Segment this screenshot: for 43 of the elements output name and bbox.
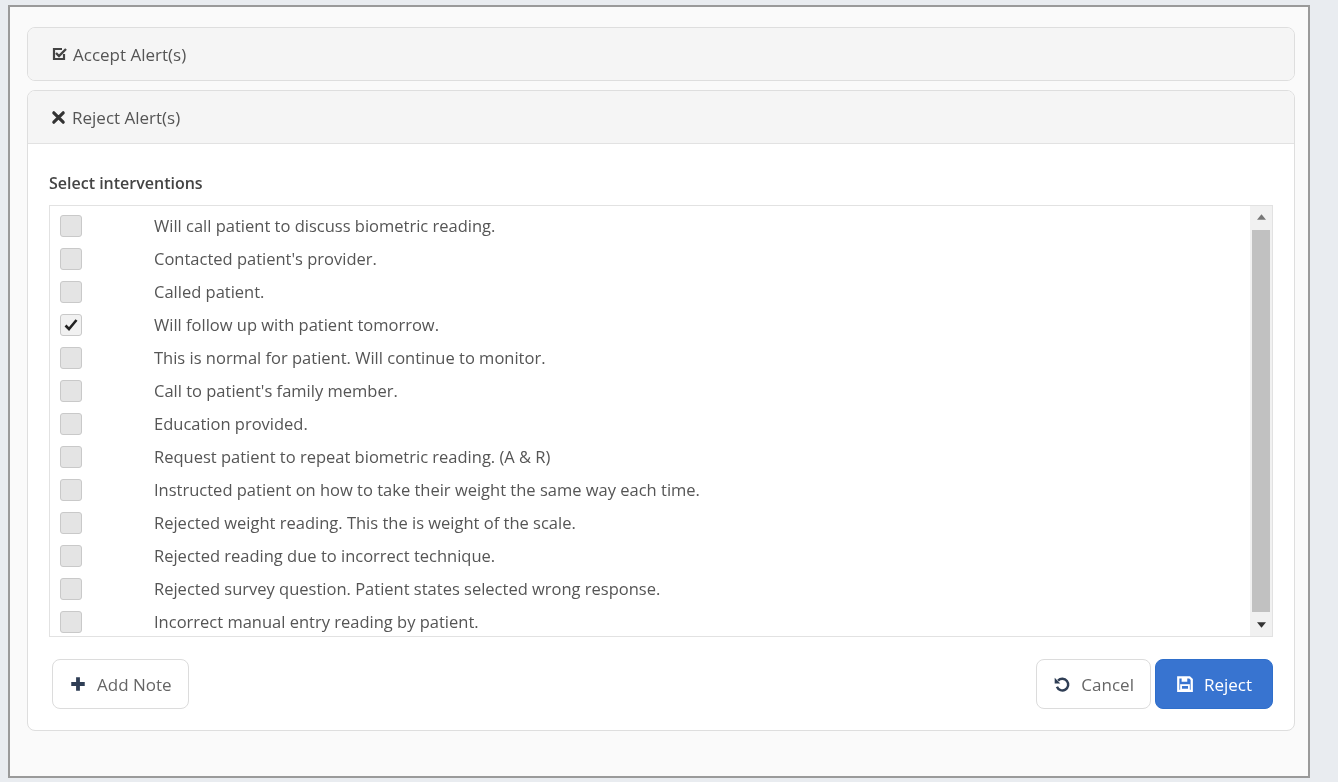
checkbox[interactable]: [60, 412, 82, 435]
intervention-label[interactable]: Contacted patient's provider.: [154, 247, 377, 270]
scroll-up-icon[interactable]: [1256, 214, 1266, 220]
intervention-label[interactable]: Rejected weight reading. This the is weight of the scale.: [154, 511, 576, 534]
intervention-label[interactable]: Rejected reading due to incorrect technique.: [154, 544, 496, 567]
checkbox[interactable]: [60, 214, 82, 237]
checkbox-check-icon: [51, 46, 67, 62]
checkbox[interactable]: [60, 280, 82, 303]
close-icon: [51, 109, 66, 125]
intervention-label[interactable]: This is normal for patient. Will continue to monitor.: [154, 346, 546, 369]
intervention-label[interactable]: Called patient.: [154, 280, 265, 303]
intervention-label[interactable]: Instructed patient on how to take their weight the same way each time.: [154, 478, 700, 501]
panel-title: Reject Alert(s): [72, 105, 181, 129]
intervention-label[interactable]: Incorrect manual entry reading by patient.: [154, 610, 479, 633]
panel-header[interactable]: Accept Alert(s): [28, 28, 1294, 80]
intervention-label[interactable]: Will follow up with patient tomorrow.: [154, 313, 439, 336]
checkbox[interactable]: [60, 379, 82, 402]
checkbox[interactable]: [60, 313, 82, 336]
undo-icon: [1053, 675, 1072, 693]
scroll-down-icon[interactable]: [1256, 622, 1266, 628]
intervention-label[interactable]: Will call patient to discuss biometric reading.: [154, 214, 496, 237]
intervention-label[interactable]: Request patient to repeat biometric reading. (A & R): [154, 445, 551, 468]
intervention-label[interactable]: Call to patient's family member.: [154, 379, 398, 402]
intervention-label[interactable]: Education provided.: [154, 412, 308, 435]
save-icon: [1175, 675, 1194, 693]
intervention-label[interactable]: Rejected survey question. Patient states selected wrong response.: [154, 577, 661, 600]
list-label: Select interventions: [49, 172, 204, 194]
checkbox[interactable]: [60, 544, 82, 567]
panel-title: Accept Alert(s): [73, 42, 187, 66]
cancel-button[interactable]: Cancel: [1036, 659, 1151, 709]
checkmark-icon: [63, 316, 79, 333]
panel-header[interactable]: Reject Alert(s): [28, 91, 1294, 144]
reject-button[interactable]: Reject: [1154, 659, 1273, 709]
scrollbar[interactable]: [1250, 206, 1272, 636]
checkbox[interactable]: [60, 577, 82, 600]
plus-icon: [69, 675, 87, 693]
checkbox[interactable]: [60, 610, 82, 633]
checkbox[interactable]: [60, 445, 82, 468]
checkbox[interactable]: [60, 346, 82, 369]
checkbox[interactable]: [60, 511, 82, 534]
checkbox[interactable]: [60, 478, 82, 501]
checkbox[interactable]: [60, 247, 82, 270]
add-button[interactable]: Add Note: [52, 659, 189, 709]
